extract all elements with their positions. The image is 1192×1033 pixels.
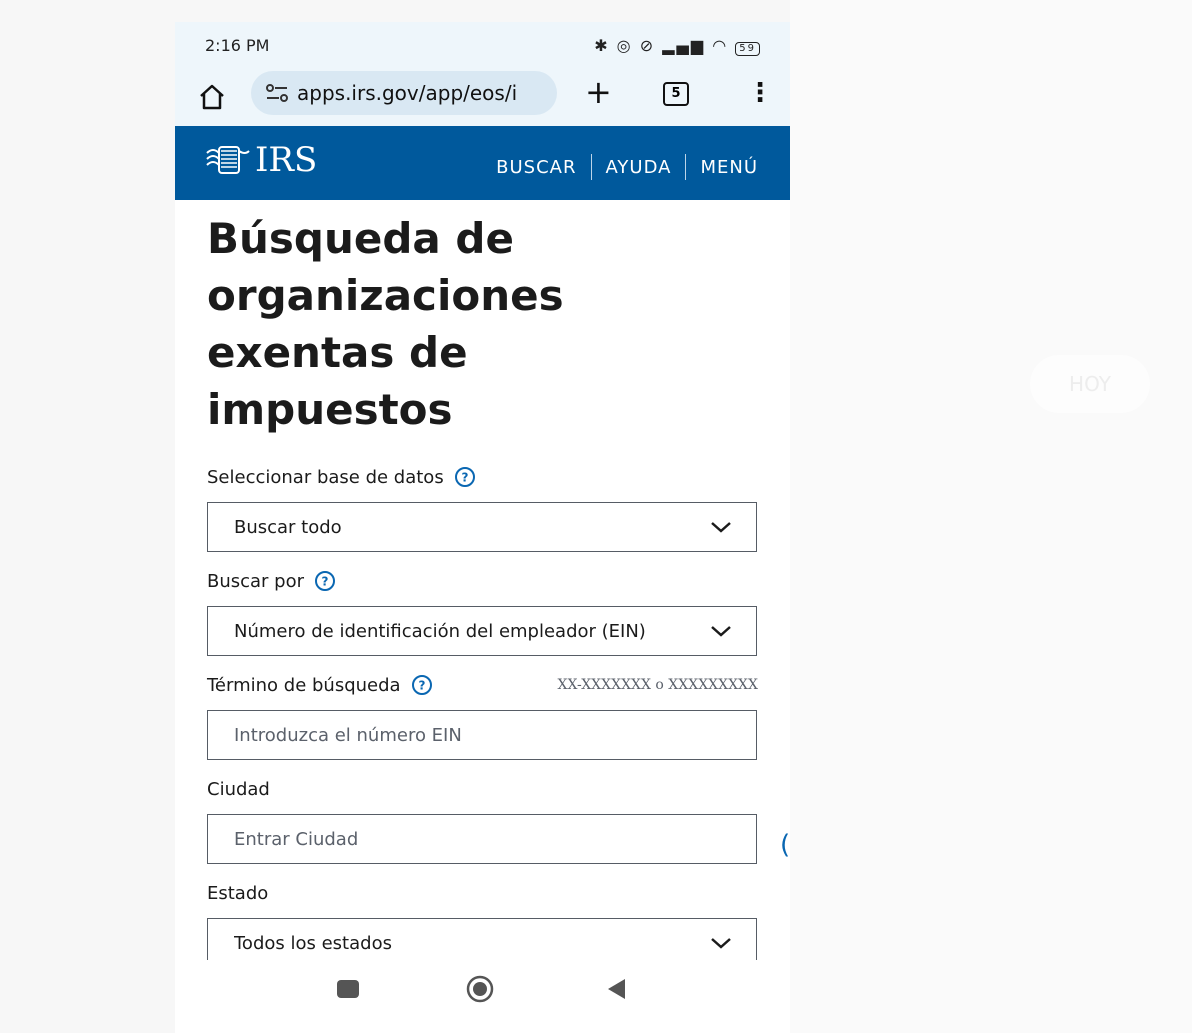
background-today-chip: HOY bbox=[1030, 355, 1150, 413]
irs-logo-text: IRS bbox=[255, 140, 318, 180]
irs-eagle-icon bbox=[206, 146, 250, 174]
new-tab-icon[interactable]: + bbox=[585, 76, 612, 108]
search-term-input[interactable]: Introduzca el número EIN bbox=[207, 710, 757, 760]
svg-text:?: ? bbox=[461, 471, 468, 485]
recent-apps-icon[interactable] bbox=[337, 980, 359, 998]
database-label-row: Seleccionar base de datos ? bbox=[207, 462, 790, 492]
main-content: Búsqueda de organizaciones exentas de im… bbox=[175, 200, 790, 968]
search-by-value: Número de identificación del empleador (… bbox=[234, 620, 646, 642]
svg-text:?: ? bbox=[418, 679, 425, 693]
nav-divider bbox=[685, 154, 687, 180]
database-value: Buscar todo bbox=[234, 516, 342, 538]
database-select[interactable]: Buscar todo bbox=[207, 502, 757, 552]
search-term-label-row: Término de búsqueda ? XX-XXXXXXX o XXXXX… bbox=[207, 670, 790, 700]
android-nav-bar bbox=[175, 960, 790, 1033]
state-label-row: Estado bbox=[207, 878, 790, 908]
more-menu-icon[interactable]: ⋮ bbox=[747, 78, 773, 108]
address-bar[interactable]: apps.irs.gov/app/eos/i bbox=[251, 71, 557, 115]
city-label-row: Ciudad bbox=[207, 774, 790, 804]
background-panel bbox=[790, 0, 1192, 1033]
chevron-down-icon bbox=[711, 522, 731, 533]
back-triangle-icon[interactable] bbox=[605, 977, 627, 1001]
status-time: 2:16 PM bbox=[205, 36, 270, 55]
help-icon[interactable]: ? bbox=[314, 570, 336, 592]
svg-text:?: ? bbox=[322, 575, 329, 589]
chevron-down-icon bbox=[711, 626, 731, 637]
url-text: apps.irs.gov/app/eos/i bbox=[297, 81, 518, 105]
search-by-label-row: Buscar por ? bbox=[207, 566, 790, 596]
status-icons: ✱ ◎ ⊘ ▂▄▆ ◠ 59 bbox=[594, 36, 760, 56]
browser-toolbar: apps.irs.gov/app/eos/i + 5 ⋮ bbox=[175, 70, 790, 126]
chevron-down-icon bbox=[711, 938, 731, 949]
irs-nav: BUSCAR AYUDA MENÚ bbox=[496, 154, 758, 180]
home-icon[interactable] bbox=[197, 82, 227, 112]
phone-screen: 2:16 PM ✱ ◎ ⊘ ▂▄▆ ◠ 59 apps.irs.gov/app/… bbox=[175, 22, 790, 1033]
search-by-select[interactable]: Número de identificación del empleador (… bbox=[207, 606, 757, 656]
page-title: Búsqueda de organizaciones exentas de im… bbox=[207, 214, 564, 434]
nav-divider bbox=[590, 154, 592, 180]
state-label: Estado bbox=[207, 882, 269, 904]
battery-icon: 59 bbox=[735, 42, 760, 56]
search-term-format-hint: XX-XXXXXXX o XXXXXXXXX bbox=[557, 677, 758, 693]
nav-ayuda-link[interactable]: AYUDA bbox=[606, 157, 672, 178]
search-term-label: Término de búsqueda bbox=[207, 674, 401, 696]
nav-menu-link[interactable]: MENÚ bbox=[700, 157, 758, 178]
city-placeholder: Entrar Ciudad bbox=[234, 828, 359, 850]
nav-buscar-link[interactable]: BUSCAR bbox=[496, 157, 576, 178]
irs-logo[interactable]: IRS bbox=[205, 140, 317, 180]
status-bar: 2:16 PM ✱ ◎ ⊘ ▂▄▆ ◠ 59 bbox=[175, 22, 790, 70]
search-term-placeholder: Introduzca el número EIN bbox=[234, 724, 462, 746]
battery-level: 59 bbox=[739, 43, 756, 54]
database-label: Seleccionar base de datos bbox=[207, 466, 444, 488]
help-icon[interactable]: ? bbox=[454, 466, 476, 488]
help-icon[interactable]: ? bbox=[411, 674, 433, 696]
city-input[interactable]: Entrar Ciudad bbox=[207, 814, 757, 864]
home-circle-icon[interactable] bbox=[465, 974, 495, 1004]
tab-switcher-button[interactable]: 5 bbox=[663, 82, 689, 106]
search-by-label: Buscar por bbox=[207, 570, 305, 592]
site-settings-icon[interactable] bbox=[265, 83, 289, 103]
floating-help-button-edge[interactable]: ( bbox=[780, 830, 790, 860]
status-icons-glyphs: ✱ ◎ ⊘ ▂▄▆ ◠ bbox=[594, 36, 736, 55]
irs-header: IRS BUSCAR AYUDA MENÚ bbox=[175, 126, 790, 200]
city-label: Ciudad bbox=[207, 778, 270, 800]
state-value: Todos los estados bbox=[234, 932, 392, 954]
